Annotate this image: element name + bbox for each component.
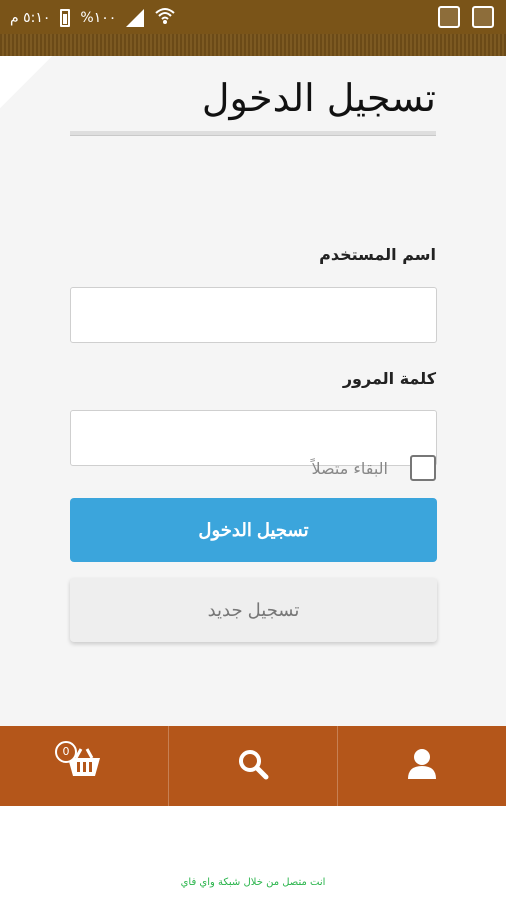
username-input[interactable]: [70, 287, 437, 343]
password-label: كلمة المرور: [342, 369, 436, 388]
remember-me-label: البقاء متصلاً: [311, 458, 388, 478]
app-header-strip: [0, 34, 506, 56]
page-title: تسجيل الدخول: [201, 76, 436, 120]
bottom-nav-bar: 0: [0, 726, 506, 806]
image-notification-icon: [472, 6, 494, 28]
username-label: اسم المستخدم: [319, 245, 436, 264]
search-tab[interactable]: [168, 726, 337, 806]
status-left: ٥:١٠ م %١٠٠: [10, 7, 176, 29]
cart-tab[interactable]: 0: [0, 726, 168, 806]
wifi-icon: [154, 7, 176, 29]
login-button[interactable]: تسجيل الدخول: [70, 498, 437, 562]
page-corner: [0, 56, 52, 108]
register-button[interactable]: تسجيل جديد: [70, 578, 437, 642]
user-icon: [406, 747, 438, 785]
battery-percent: %١٠٠: [80, 10, 117, 26]
status-right: [438, 6, 494, 28]
remember-me-checkbox[interactable]: [410, 455, 436, 481]
signal-icon: [126, 9, 145, 27]
title-divider: [70, 131, 436, 136]
remember-me-row[interactable]: البقاء متصلاً: [311, 455, 436, 481]
search-icon: [236, 747, 270, 785]
wifi-connection-note: انت متصل من خلال شبكة واي فاي: [180, 877, 326, 888]
battery-icon: [60, 9, 71, 27]
cart-count-badge: 0: [55, 741, 77, 763]
status-bar: ٥:١٠ م %١٠٠: [0, 0, 506, 34]
status-time: ٥:١٠ م: [10, 10, 51, 26]
app-notification-icon: [438, 6, 460, 28]
account-tab[interactable]: [337, 726, 506, 806]
